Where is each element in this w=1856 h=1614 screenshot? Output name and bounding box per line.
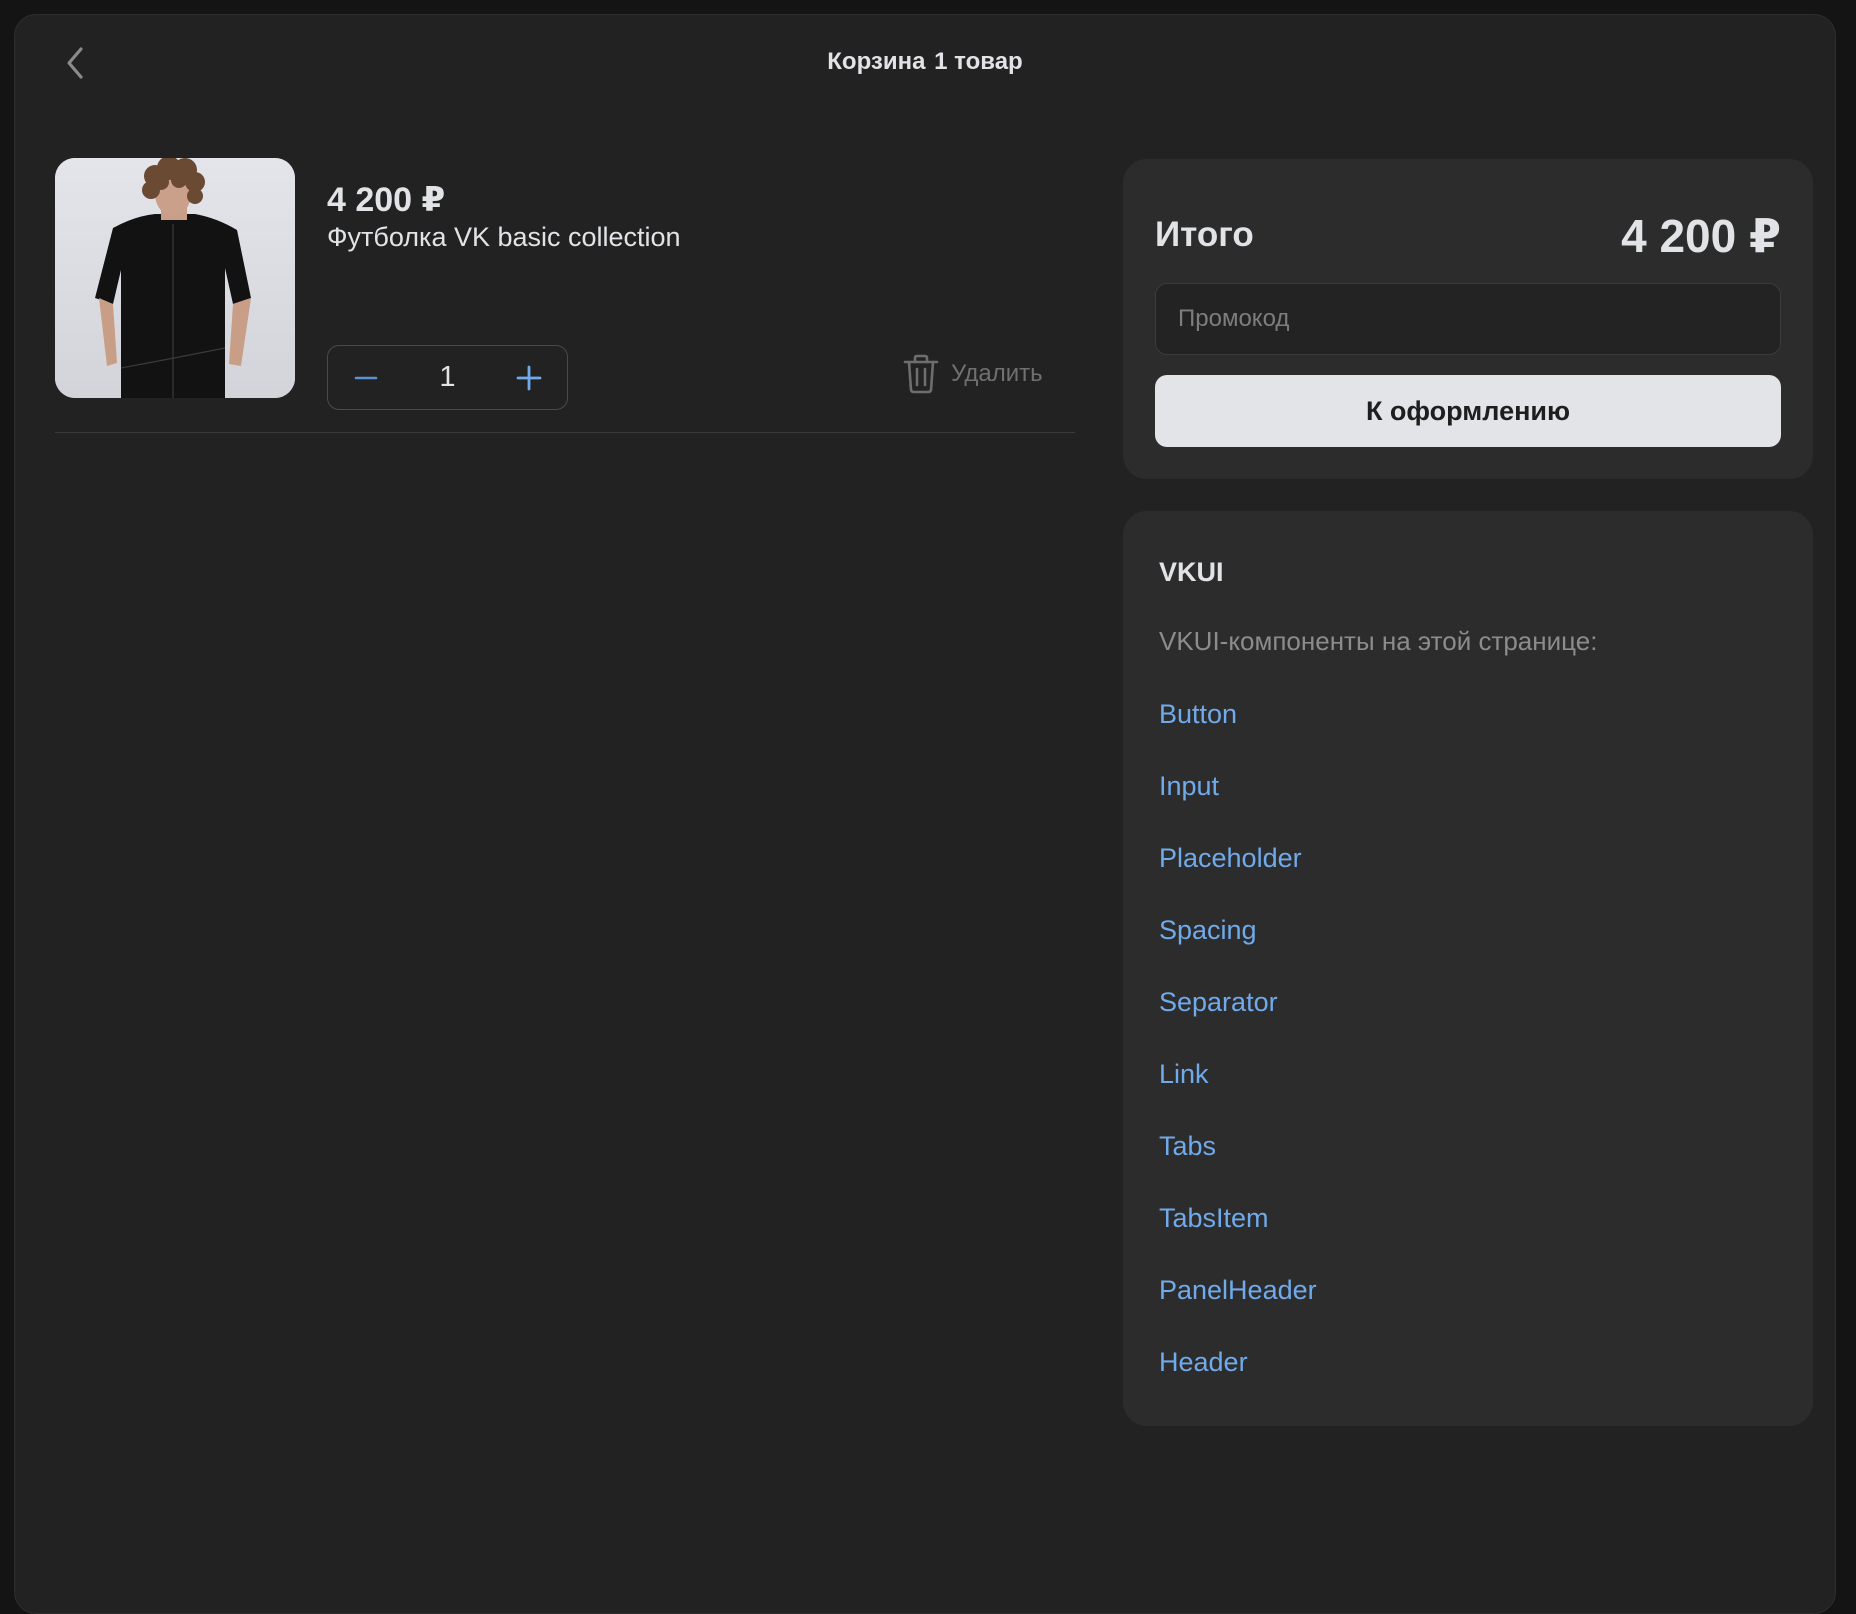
page-title-text: Корзина: [827, 48, 926, 75]
vkui-description: VKUI-компоненты на этой странице:: [1159, 626, 1598, 656]
product-photo-tshirt: [55, 158, 295, 398]
list-item: Link: [1159, 1059, 1317, 1131]
summary-card: Итого 4 200 ₽ К оформлению: [1123, 159, 1813, 479]
component-link-spacing[interactable]: Spacing: [1159, 915, 1257, 945]
delete-button[interactable]: Удалить: [901, 342, 1043, 406]
component-link-placeholder[interactable]: Placeholder: [1159, 843, 1302, 873]
panel-header: Корзина 1 товар: [15, 15, 1835, 111]
plus-icon: [516, 365, 542, 390]
list-item: Header: [1159, 1347, 1317, 1419]
product-image[interactable]: [55, 158, 295, 398]
product-price: 4 200 ₽: [327, 181, 446, 219]
component-link-input[interactable]: Input: [1159, 771, 1219, 801]
component-link-panelheader[interactable]: PanelHeader: [1159, 1275, 1317, 1305]
cart-item: 4 200 ₽ Футболка VK basic collection 1 У…: [55, 158, 1075, 433]
component-link-separator[interactable]: Separator: [1159, 987, 1278, 1017]
component-link-header[interactable]: Header: [1159, 1347, 1248, 1377]
minus-icon: [354, 376, 378, 379]
total-value: 4 200 ₽: [1621, 210, 1781, 262]
list-item: Input: [1159, 771, 1317, 843]
delete-label: Удалить: [951, 360, 1043, 387]
decrease-button[interactable]: [328, 346, 404, 409]
separator: [55, 432, 1075, 433]
total-label: Итого: [1155, 215, 1254, 254]
component-link-tabs[interactable]: Tabs: [1159, 1131, 1216, 1161]
list-item: Button: [1159, 699, 1317, 771]
app-window: Корзина 1 товар 4 200 ₽ Футболка VK basi…: [14, 14, 1836, 1614]
product-name: Футболка VK basic collection: [327, 222, 681, 252]
increase-button[interactable]: [491, 346, 567, 409]
list-item: PanelHeader: [1159, 1275, 1317, 1347]
list-item: Separator: [1159, 987, 1317, 1059]
page-title: Корзина 1 товар: [15, 48, 1835, 76]
quantity-stepper: 1: [327, 345, 568, 410]
cart-count: 1 товар: [934, 48, 1023, 75]
quantity-value: 1: [439, 361, 456, 393]
vkui-info-card: VKUI VKUI-компоненты на этой странице: B…: [1123, 511, 1813, 1426]
component-link-button[interactable]: Button: [1159, 699, 1237, 729]
list-item: Tabs: [1159, 1131, 1317, 1203]
list-item: Spacing: [1159, 915, 1317, 987]
trash-icon: [903, 354, 939, 394]
component-link-tabsitem[interactable]: TabsItem: [1159, 1203, 1269, 1233]
list-item: Placeholder: [1159, 843, 1317, 915]
list-item: TabsItem: [1159, 1203, 1317, 1275]
component-link-link[interactable]: Link: [1159, 1059, 1209, 1089]
vkui-component-list: Button Input Placeholder Spacing Separat…: [1159, 699, 1317, 1419]
promo-code-input[interactable]: [1155, 283, 1781, 355]
checkout-button[interactable]: К оформлению: [1155, 375, 1781, 447]
vkui-title: VKUI: [1159, 557, 1224, 587]
